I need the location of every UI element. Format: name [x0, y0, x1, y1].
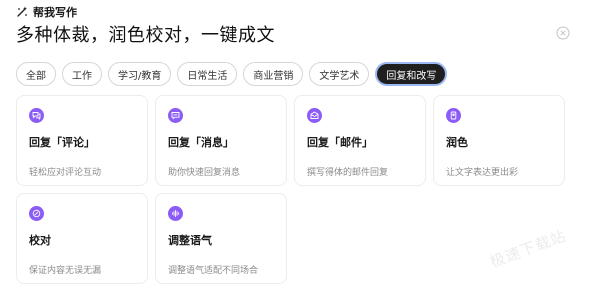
template-grid: 回复「评论」 轻松应对评论互动 回复「消息」 助你快速回复消息 回复「邮件」 撰… [16, 95, 565, 284]
tab-business-marketing[interactable]: 商业营销 [243, 62, 304, 86]
card-title: 回复「评论」 [29, 136, 95, 149]
close-icon[interactable] [556, 25, 570, 40]
message-icon [168, 108, 183, 123]
page-headline: 多种体裁，润色校对，一键成文 [16, 25, 275, 46]
card-adjust-tone[interactable]: 调整语气 调整语气适配不同场合 [155, 193, 287, 284]
card-description: 撰写得体的邮件回复 [307, 168, 389, 178]
proofread-icon [29, 206, 44, 221]
card-polish[interactable]: 润色 让文字表达更出彩 [433, 95, 565, 186]
tab-study-education[interactable]: 学习/教育 [108, 62, 172, 86]
tab-reply-rewrite[interactable]: 回复和改写 [375, 62, 448, 86]
card-title: 调整语气 [168, 234, 212, 247]
card-title: 校对 [29, 234, 51, 247]
card-description: 助你快速回复消息 [168, 168, 241, 178]
tab-daily-life[interactable]: 日常生活 [177, 62, 238, 86]
card-proofread[interactable]: 校对 保证内容无误无漏 [16, 193, 148, 284]
card-reply-mail[interactable]: 回复「邮件」 撰写得体的邮件回复 [294, 95, 426, 186]
card-description: 调整语气适配不同场合 [168, 266, 259, 276]
tab-all[interactable]: 全部 [16, 62, 56, 86]
card-description: 轻松应对评论互动 [29, 168, 102, 178]
mail-icon [307, 108, 322, 123]
tab-literature-art[interactable]: 文学艺术 [309, 62, 370, 86]
magic-wand-icon [16, 6, 28, 18]
card-title: 回复「邮件」 [307, 136, 373, 149]
comment-icon [29, 108, 44, 123]
panel-header: 帮我写作 [16, 4, 77, 20]
card-reply-message[interactable]: 回复「消息」 助你快速回复消息 [155, 95, 287, 186]
panel-title: 帮我写作 [33, 6, 77, 19]
tone-icon [168, 206, 183, 221]
tab-work[interactable]: 工作 [62, 62, 102, 86]
card-description: 保证内容无误无漏 [29, 266, 102, 276]
polish-icon [446, 108, 461, 123]
card-description: 让文字表达更出彩 [446, 168, 519, 178]
card-title: 润色 [446, 136, 468, 149]
category-tabs: 全部 工作 学习/教育 日常生活 商业营销 文学艺术 回复和改写 [16, 62, 448, 86]
card-reply-comment[interactable]: 回复「评论」 轻松应对评论互动 [16, 95, 148, 186]
card-title: 回复「消息」 [168, 136, 234, 149]
